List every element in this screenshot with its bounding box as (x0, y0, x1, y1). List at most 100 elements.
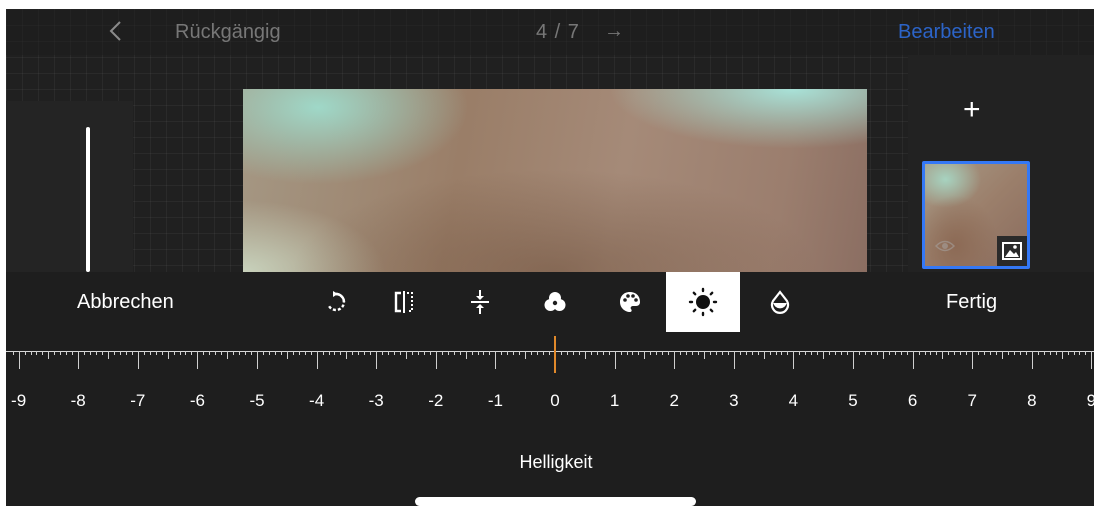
ruler-tick (167, 351, 169, 359)
ruler-tick (668, 351, 670, 355)
ruler-tick (376, 351, 378, 369)
ruler-tick (1037, 351, 1039, 355)
ruler-tick (441, 351, 443, 355)
ruler-tick (882, 351, 884, 359)
ruler-label: 3 (729, 391, 739, 410)
ruler-tick (24, 351, 26, 355)
cancel-button[interactable]: Abbrechen (77, 291, 174, 314)
ruler-tick (698, 351, 700, 355)
ruler-tick (471, 351, 473, 355)
ruler-tick (948, 351, 950, 355)
ruler-tick (1073, 351, 1075, 355)
ruler-tick (769, 351, 771, 355)
ruler-tick (632, 351, 634, 355)
ruler-tick (990, 351, 992, 355)
edit-button[interactable]: Bearbeiten (898, 21, 995, 44)
layer-thumbnail[interactable] (922, 161, 1030, 269)
arrow-right-icon[interactable]: → (604, 20, 624, 43)
ruler-label: 1 (609, 391, 620, 410)
flip-icon[interactable] (367, 272, 441, 332)
ruler-tick (775, 351, 777, 355)
ruler-tick (90, 351, 92, 355)
undo-button[interactable]: Rückgängig (175, 21, 281, 44)
ruler-tick (1031, 351, 1033, 369)
ruler-tick (352, 351, 354, 355)
rotate-icon[interactable] (299, 272, 373, 332)
ruler-tick (745, 351, 747, 355)
ruler-label: 5 (848, 391, 858, 410)
ruler-tick (650, 351, 652, 355)
ruler-tick (251, 351, 253, 355)
ruler-tick (310, 351, 312, 355)
palette-icon[interactable] (593, 272, 667, 332)
ruler-tick (358, 351, 360, 355)
ruler-tick (322, 351, 324, 355)
ruler-tick (733, 351, 735, 369)
ruler-tick (173, 351, 175, 355)
ruler-tick (692, 351, 694, 355)
ruler-label: 9 (1086, 391, 1094, 410)
ruler-tick (274, 351, 276, 355)
ruler-tick (954, 351, 956, 355)
ruler-tick (858, 351, 860, 355)
ruler-tick (841, 351, 843, 355)
ruler-tick (388, 351, 390, 355)
ruler-tick (280, 351, 282, 355)
ruler-tick (864, 351, 866, 355)
ruler-tick (704, 351, 705, 359)
ruler-tick (346, 351, 348, 359)
ruler-tick (900, 351, 902, 355)
color-channels-icon[interactable] (518, 272, 592, 332)
ruler-tick (501, 351, 503, 355)
ruler-tick (221, 351, 223, 355)
ruler-tick (519, 351, 521, 355)
ruler-value-indicator[interactable] (554, 336, 556, 373)
ruler-tick (572, 351, 574, 355)
ruler-label: 2 (669, 391, 679, 410)
ruler-tick (674, 351, 676, 369)
ruler-tick (42, 351, 44, 355)
ruler-tick (543, 351, 545, 355)
ruler-tick (531, 351, 533, 355)
ruler-tick (102, 351, 104, 355)
ruler-tick (1049, 351, 1051, 355)
ruler-tick (108, 351, 109, 359)
photo-canvas[interactable] (243, 89, 867, 272)
ruler-tick (644, 351, 646, 359)
ruler-tick (316, 351, 318, 369)
home-indicator[interactable] (415, 497, 696, 506)
ruler-tick (960, 351, 962, 355)
left-panel (6, 101, 133, 272)
ruler-tick (239, 351, 241, 355)
ruler-tick (918, 351, 920, 355)
ruler-tick (30, 351, 32, 355)
done-button[interactable]: Fertig (946, 291, 997, 314)
ruler-tick (727, 351, 729, 355)
ruler-tick (1043, 351, 1045, 355)
compress-icon[interactable] (443, 272, 517, 332)
eye-icon[interactable] (935, 239, 955, 253)
ruler-tick (894, 351, 896, 355)
ruler-tick (483, 351, 485, 355)
chevron-left-icon[interactable] (106, 19, 126, 43)
ruler-tick (197, 351, 199, 369)
ruler-tick (137, 351, 139, 369)
ruler-tick (262, 351, 264, 355)
ruler-tick (739, 351, 741, 355)
plus-icon[interactable]: + (963, 93, 981, 127)
brightness-icon[interactable] (666, 272, 740, 332)
ruler-tick (489, 351, 491, 355)
size-slider[interactable] (86, 127, 90, 272)
ruler-tick (394, 351, 396, 355)
ruler-label: -1 (487, 391, 503, 410)
ruler-label: 7 (967, 391, 977, 410)
saturation-icon[interactable] (743, 272, 817, 332)
ruler-tick (626, 351, 628, 355)
ruler-tick (1091, 351, 1093, 369)
ruler-tick (942, 351, 944, 359)
ruler-tick (620, 351, 622, 355)
ruler-tick (1085, 351, 1087, 355)
ruler-tick (161, 351, 163, 355)
ruler-label: -8 (70, 391, 86, 410)
adjustment-ruler[interactable]: -9 -8 -7 -6 -5 -4 -3 -2 -1 0 1 2 3 4 5 6 7 8 9 (6, 336, 1094, 411)
